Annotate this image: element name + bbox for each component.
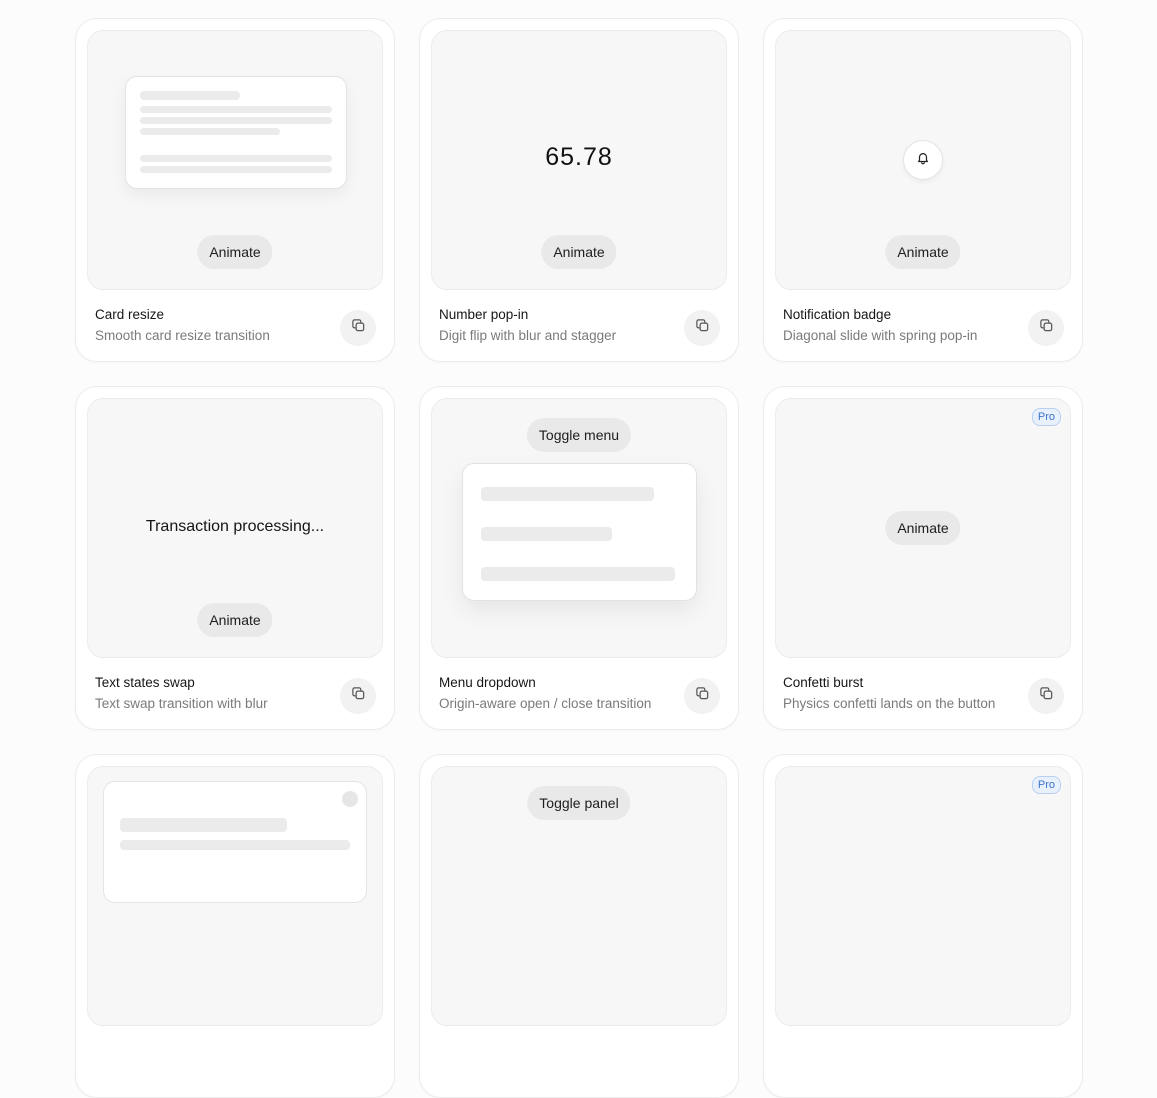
preview-mini-card	[103, 781, 367, 903]
pro-badge: Pro	[1031, 776, 1061, 794]
bell-icon	[916, 151, 930, 170]
menu-item-skeleton[interactable]	[481, 527, 612, 541]
component-card-9: Pro	[763, 754, 1083, 1098]
skeleton-line	[120, 840, 350, 850]
copy-button[interactable]	[340, 678, 376, 714]
preview-stage: Pro Animate	[775, 398, 1071, 658]
copy-icon	[695, 686, 710, 706]
animated-number: 65.78	[545, 143, 613, 171]
preview-mini-card	[125, 76, 347, 189]
copy-button[interactable]	[684, 678, 720, 714]
card-meta: Notification badge Diagonal slide with s…	[783, 306, 1012, 345]
card-title: Confetti burst	[783, 675, 864, 690]
component-card-text-states-swap: Transaction processing... Animate Text s…	[75, 386, 395, 730]
skeleton-line	[140, 155, 332, 162]
preview-stage: Pro	[775, 766, 1071, 1026]
preview-stage: Transaction processing... Animate	[87, 398, 383, 658]
copy-button[interactable]	[684, 310, 720, 346]
animate-button[interactable]: Animate	[885, 235, 961, 269]
components-grid: Animate Card resize Smooth card resize t…	[75, 18, 1083, 1098]
preview-stage: Toggle panel	[431, 766, 727, 1026]
component-card-7	[75, 754, 395, 1098]
skeleton-line	[140, 106, 332, 113]
card-meta: Menu dropdown Origin-aware open / close …	[439, 674, 668, 713]
menu-item-skeleton[interactable]	[481, 487, 654, 501]
component-card-card-resize: Animate Card resize Smooth card resize t…	[75, 18, 395, 362]
toggle-menu-button[interactable]: Toggle menu	[526, 418, 632, 452]
card-description: Physics confetti lands on the button	[783, 696, 996, 711]
dropdown-menu-panel	[462, 463, 697, 601]
preview-stage	[87, 766, 383, 1026]
copy-button[interactable]	[1028, 310, 1064, 346]
status-text: Transaction processing...	[145, 518, 325, 535]
card-description: Diagonal slide with spring pop-in	[783, 328, 978, 343]
skeleton-line	[140, 166, 332, 173]
card-description: Digit flip with blur and stagger	[439, 328, 617, 343]
component-card-confetti-burst: Pro Animate Confetti burst Physics confe…	[763, 386, 1083, 730]
animate-button[interactable]: Animate	[885, 511, 961, 545]
component-card-number-pop-in: 65.78 Animate Number pop-in Digit flip w…	[419, 18, 739, 362]
card-description: Origin-aware open / close transition	[439, 696, 652, 711]
component-card-8: Toggle panel	[419, 754, 739, 1098]
card-meta: Text states swap Text swap transition wi…	[95, 674, 324, 713]
card-title: Notification badge	[783, 307, 892, 322]
card-meta: Card resize Smooth card resize transitio…	[95, 306, 324, 345]
card-meta: Number pop-in Digit flip with blur and s…	[439, 306, 668, 345]
pro-badge: Pro	[1031, 408, 1061, 426]
skeleton-line	[120, 818, 287, 832]
card-title: Card resize	[95, 307, 165, 322]
component-card-menu-dropdown: Toggle menu Menu dropdown Origin-aware o…	[419, 386, 739, 730]
preview-stage: Toggle menu	[431, 398, 727, 658]
preview-stage: Animate	[775, 30, 1071, 290]
animate-button[interactable]: Animate	[197, 235, 273, 269]
skeleton-line	[140, 117, 332, 124]
skeleton-line	[140, 128, 280, 135]
copy-button[interactable]	[340, 310, 376, 346]
card-title: Number pop-in	[439, 307, 529, 322]
card-title: Menu dropdown	[439, 675, 536, 690]
copy-icon	[351, 686, 366, 706]
copy-button[interactable]	[1028, 678, 1064, 714]
animate-button[interactable]: Animate	[197, 603, 273, 637]
close-dot[interactable]	[342, 791, 358, 807]
card-title: Text states swap	[95, 675, 195, 690]
preview-stage: Animate	[87, 30, 383, 290]
notification-bell-button[interactable]	[903, 140, 943, 180]
component-card-notification-badge: Animate Notification badge Diagonal slid…	[763, 18, 1083, 362]
toggle-panel-button[interactable]: Toggle panel	[527, 786, 631, 820]
copy-icon	[1039, 686, 1054, 706]
animate-button[interactable]: Animate	[541, 235, 617, 269]
card-meta: Confetti burst Physics confetti lands on…	[783, 674, 1012, 713]
card-description: Text swap transition with blur	[95, 696, 268, 711]
copy-icon	[1039, 318, 1054, 338]
copy-icon	[695, 318, 710, 338]
copy-icon	[351, 318, 366, 338]
skeleton-line	[140, 91, 240, 100]
menu-item-skeleton[interactable]	[481, 567, 675, 581]
preview-stage: 65.78 Animate	[431, 30, 727, 290]
card-description: Smooth card resize transition	[95, 328, 270, 343]
